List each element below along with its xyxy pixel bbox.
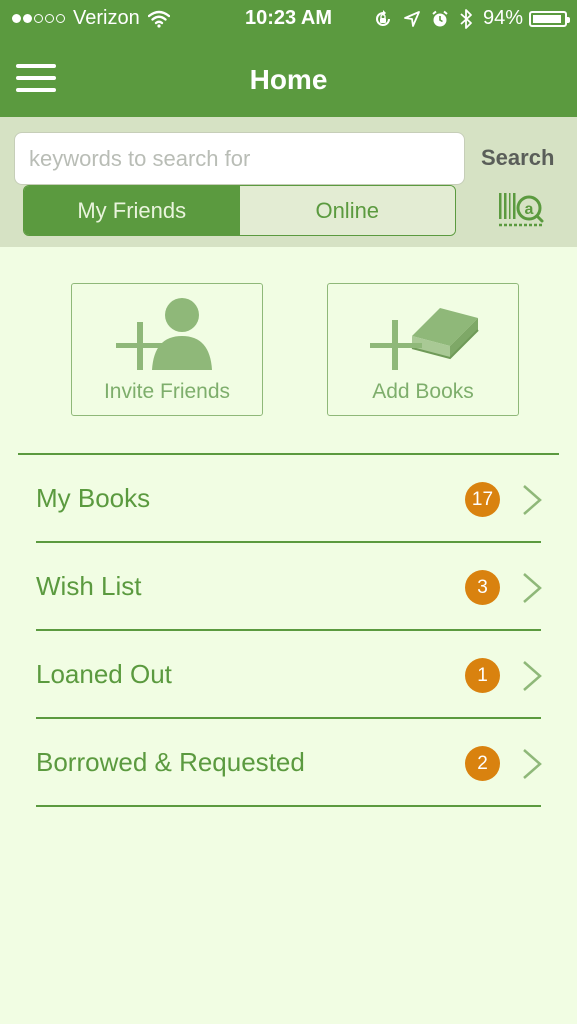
count-badge: 1 bbox=[465, 658, 500, 693]
add-book-icon bbox=[370, 308, 479, 370]
segment-online[interactable]: Online bbox=[239, 186, 455, 235]
orientation-lock-icon bbox=[376, 9, 390, 26]
library-list: My Books 17 Wish List 3 Loaned Out 1 Bor… bbox=[0, 455, 577, 807]
battery-icon bbox=[529, 10, 570, 27]
row-divider bbox=[36, 805, 541, 807]
list-item-loaned-out[interactable]: Loaned Out 1 bbox=[0, 631, 577, 719]
chevron-right-icon bbox=[523, 661, 542, 691]
segment-my-friends[interactable]: My Friends bbox=[24, 186, 240, 235]
chevron-right-icon bbox=[523, 573, 542, 603]
list-item-label: Wish List bbox=[36, 571, 142, 601]
list-item-wish-list[interactable]: Wish List 3 bbox=[0, 543, 577, 631]
list-item-label: Loaned Out bbox=[36, 659, 172, 689]
battery-percent: 94% bbox=[482, 7, 523, 29]
count-badge: 2 bbox=[465, 746, 500, 781]
add-books-button[interactable]: Add Books bbox=[327, 283, 519, 416]
invite-friends-label: Invite Friends bbox=[103, 380, 231, 403]
count-badge: 3 bbox=[465, 570, 500, 605]
chevron-right-icon bbox=[523, 485, 542, 515]
add-books-label: Add Books bbox=[372, 380, 474, 403]
status-bar: Verizon 10:23 AM 94% bbox=[0, 0, 577, 40]
svg-text:a: a bbox=[525, 201, 534, 218]
location-icon bbox=[404, 10, 420, 27]
alarm-icon bbox=[432, 10, 448, 26]
search-input[interactable] bbox=[14, 132, 465, 185]
friends-segmented-control: My Friends Online bbox=[23, 185, 456, 236]
quick-actions: Invite Friends Add Books bbox=[0, 283, 577, 418]
battery-fill bbox=[533, 14, 561, 23]
barcode-scan-icon[interactable]: a bbox=[496, 190, 546, 230]
count-badge: 17 bbox=[465, 482, 500, 517]
bluetooth-icon bbox=[460, 8, 472, 29]
chevron-right-icon bbox=[523, 749, 542, 779]
list-item-borrowed-requested[interactable]: Borrowed & Requested 2 bbox=[0, 719, 577, 807]
list-item-my-books[interactable]: My Books 17 bbox=[0, 455, 577, 543]
list-item-label: My Books bbox=[36, 483, 151, 513]
invite-friends-button[interactable]: Invite Friends bbox=[71, 283, 263, 416]
search-area: Search My Friends Online a bbox=[0, 117, 577, 247]
status-right: 94% bbox=[363, 7, 570, 30]
list-item-label: Borrowed & Requested bbox=[36, 747, 305, 777]
page-title: Home bbox=[249, 64, 328, 95]
search-button[interactable]: Search bbox=[481, 145, 554, 171]
add-person-icon bbox=[116, 298, 212, 370]
navigation-bar: Verizon 10:23 AM 94% Home bbox=[0, 0, 577, 117]
